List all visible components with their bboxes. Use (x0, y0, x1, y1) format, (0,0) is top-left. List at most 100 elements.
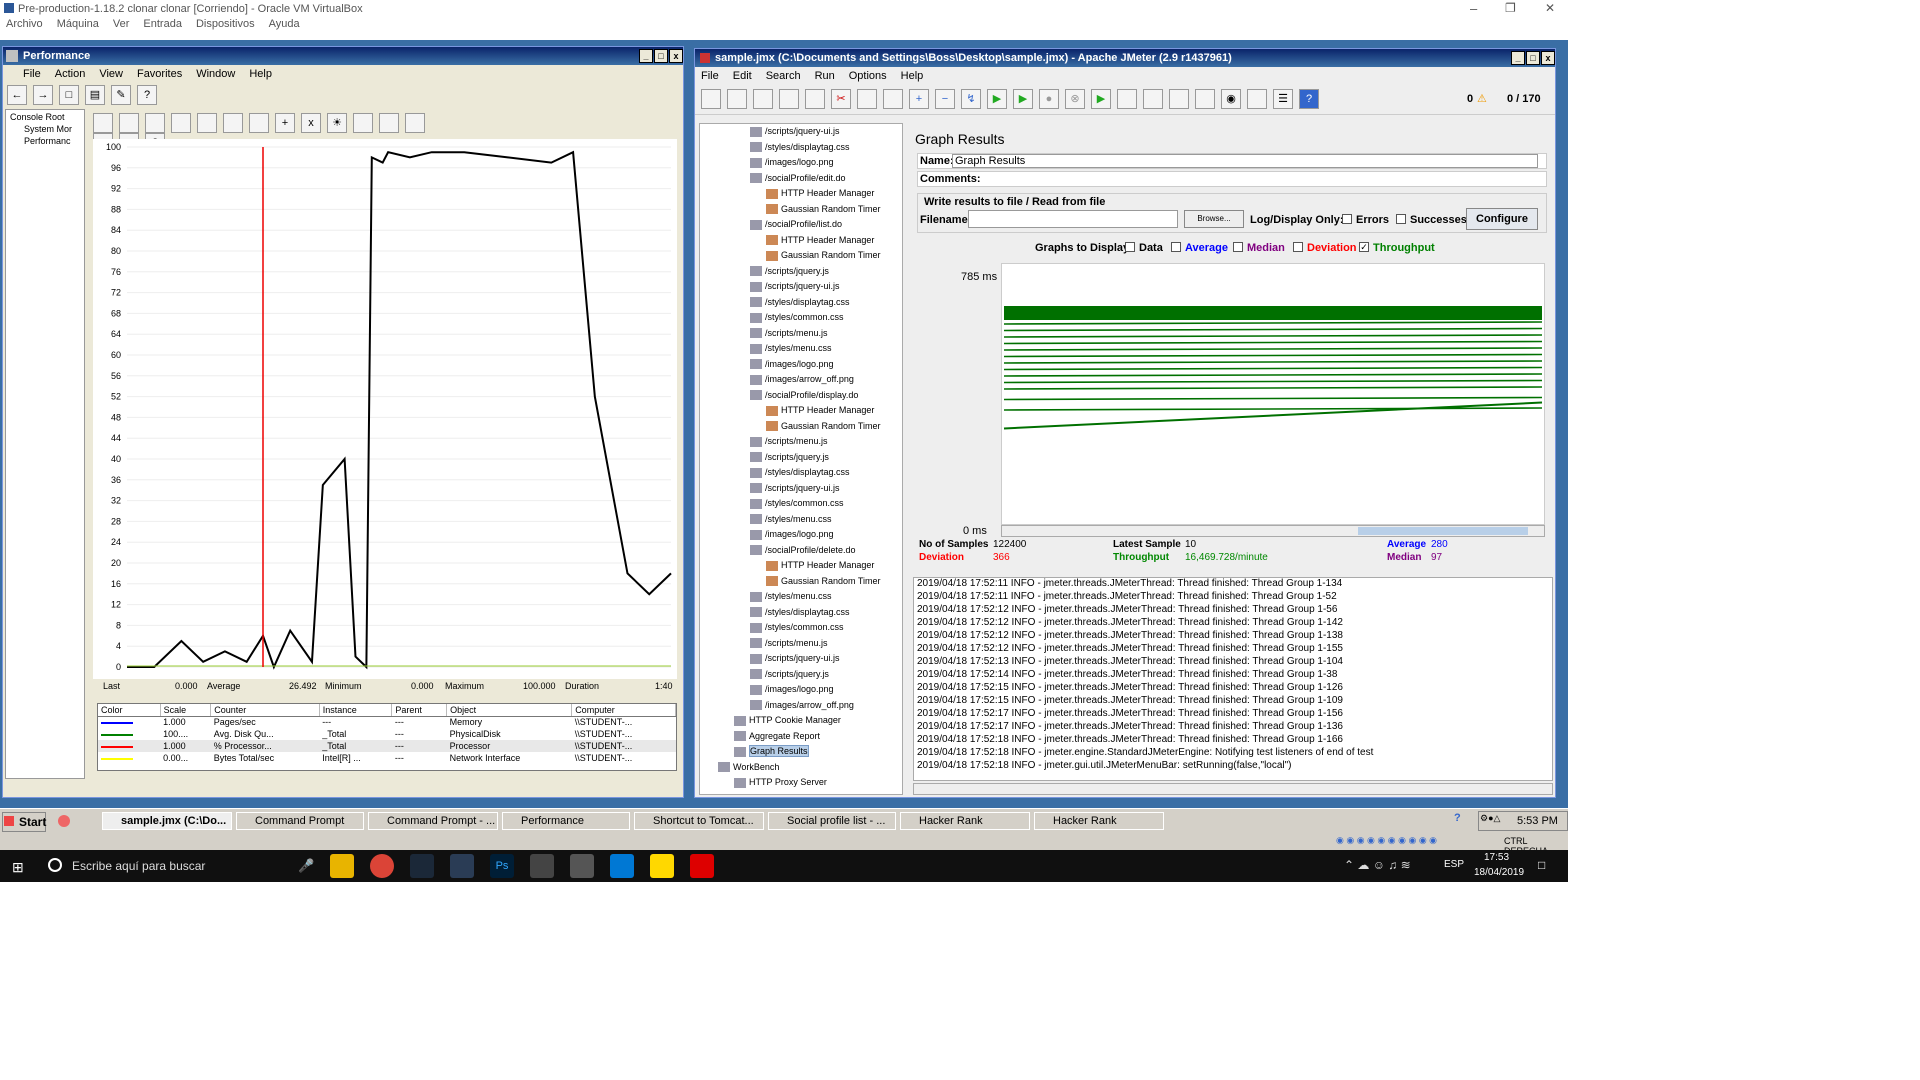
close-icon[interactable]: ✕ (1545, 1, 1555, 15)
task-command-prompt-2[interactable]: Command Prompt - ... (368, 812, 498, 830)
tree-item[interactable]: /scripts/jquery-ui.js (750, 126, 840, 141)
tree-item[interactable]: HTTP Header Manager (766, 405, 874, 420)
tree-item[interactable]: /images/logo.png (750, 157, 834, 172)
remote-stop-icon[interactable] (1117, 89, 1137, 109)
windows-start-icon[interactable]: ⊞ (12, 859, 24, 876)
collapse-icon[interactable]: − (935, 89, 955, 109)
menu-search[interactable]: Search (766, 67, 801, 85)
tree-item[interactable]: /socialProfile/delete.do (750, 545, 856, 560)
app-icon[interactable] (530, 854, 554, 878)
configure-button[interactable]: Configure (1466, 208, 1538, 230)
start-icon[interactable]: ▶ (987, 89, 1007, 109)
tree-item[interactable]: /styles/common.css (750, 622, 844, 637)
vbox-menu-dispositivos[interactable]: Dispositivos (196, 18, 255, 30)
tree-item[interactable]: /styles/displaytag.css (750, 142, 850, 157)
legend-header-object[interactable]: Object (446, 704, 573, 717)
tree-item[interactable]: /styles/common.css (750, 498, 844, 513)
tree-item[interactable]: /socialProfile/display.do (750, 390, 858, 405)
remote-start-icon[interactable]: ▶ (1091, 89, 1111, 109)
log-horizontal-scrollbar[interactable] (913, 783, 1553, 795)
stop-icon[interactable]: ● (1039, 89, 1059, 109)
log-viewer[interactable]: 2019/04/18 17:52:11 INFO - jmeter.thread… (913, 577, 1553, 781)
legend-row[interactable]: 100.... Avg. Disk Qu... _Total --- PhysicalD… (98, 728, 676, 740)
tree-item[interactable]: /images/logo.png (750, 684, 834, 699)
vbox-menu-ver[interactable]: Ver (113, 18, 130, 30)
show-tree-icon[interactable]: ▤ (85, 85, 105, 105)
forward-icon[interactable]: → (33, 85, 53, 105)
view-histogram-icon[interactable] (223, 113, 243, 133)
microphone-icon[interactable]: 🎤 (298, 858, 314, 874)
tree-item-selected[interactable]: Graph Results (734, 745, 809, 761)
new-icon[interactable] (701, 89, 721, 109)
tree-item[interactable]: Gaussian Random Timer (766, 204, 881, 219)
tree-item[interactable]: /styles/menu.css (750, 591, 832, 606)
reset-search-icon[interactable] (1247, 89, 1267, 109)
tree-item[interactable]: /images/logo.png (750, 359, 834, 374)
properties-icon[interactable] (405, 113, 425, 133)
task-jmeter[interactable]: sample.jmx (C:\Do... (102, 812, 232, 830)
tree-item[interactable]: /images/logo.png (750, 529, 834, 544)
taskbar-search[interactable]: Escribe aquí para buscar (72, 859, 205, 873)
tree-console-root[interactable]: Console Root (6, 110, 84, 124)
tree-item[interactable]: /scripts/jquery.js (750, 266, 829, 281)
legend-header-scale[interactable]: Scale (160, 704, 212, 717)
tree-item[interactable]: Gaussian Random Timer (766, 250, 881, 265)
maximize-button[interactable]: □ (1526, 51, 1540, 65)
minimize-icon[interactable]: – (1470, 1, 1477, 16)
back-icon[interactable]: ← (7, 85, 27, 105)
task-performance[interactable]: Performance (502, 812, 630, 830)
copy-icon[interactable] (857, 89, 877, 109)
search-icon[interactable]: ◉ (1221, 89, 1241, 109)
chrome-icon[interactable] (370, 854, 394, 878)
menu-window[interactable]: Window (196, 65, 235, 83)
tree-item[interactable]: /socialProfile/edit.do (750, 173, 846, 188)
menu-help[interactable]: Help (901, 67, 924, 85)
close-button[interactable]: x (669, 49, 683, 63)
tree-item[interactable]: /scripts/jquery-ui.js (750, 281, 840, 296)
sticky-notes-icon[interactable] (650, 854, 674, 878)
tree-item[interactable]: Gaussian Random Timer (766, 421, 881, 436)
errors-checkbox[interactable] (1342, 214, 1352, 224)
clear-display-icon[interactable] (119, 113, 139, 133)
vscode-icon[interactable] (610, 854, 634, 878)
save-icon[interactable] (779, 89, 799, 109)
tree-item[interactable]: HTTP Header Manager (766, 188, 874, 203)
task-hacker-rank-2[interactable]: Hacker Rank (1034, 812, 1164, 830)
view-graph-icon[interactable] (197, 113, 217, 133)
menu-help[interactable]: Help (249, 65, 272, 83)
tree-item[interactable]: /styles/common.css (750, 312, 844, 327)
minimize-button[interactable]: _ (1511, 51, 1525, 65)
view-current-activity-icon[interactable] (145, 113, 165, 133)
filename-input[interactable] (968, 210, 1178, 228)
tree-item[interactable]: /socialProfile/list.do (750, 219, 842, 234)
deviation-checkbox[interactable] (1293, 242, 1303, 252)
view-log-data-icon[interactable] (171, 113, 191, 133)
tree-item[interactable]: WorkBench (718, 762, 779, 777)
notifications-icon[interactable]: □ (1538, 858, 1545, 872)
tree-item[interactable]: /scripts/menu.js (750, 436, 828, 451)
help-icon[interactable]: ? (1299, 89, 1319, 109)
settings-app-icon[interactable] (450, 854, 474, 878)
legend-header-computer[interactable]: Computer (571, 704, 676, 717)
scrollbar-thumb[interactable] (1358, 527, 1528, 535)
tree-item[interactable]: Aggregate Report (734, 731, 820, 746)
vbox-menu-entrada[interactable]: Entrada (143, 18, 182, 30)
copy-properties-icon[interactable] (353, 113, 373, 133)
restore-icon[interactable]: ❐ (1505, 1, 1516, 15)
legend-row[interactable]: 1.000 % Processor... _Total --- Processor \\S… (98, 740, 676, 752)
tree-item[interactable]: /styles/displaytag.css (750, 607, 850, 622)
tree-item[interactable]: HTTP Header Manager (766, 235, 874, 250)
task-command-prompt-1[interactable]: Command Prompt (236, 812, 364, 830)
firefox-icon[interactable] (58, 815, 70, 827)
tree-item[interactable]: HTTP Header Manager (766, 560, 874, 575)
help-tray-icon[interactable]: ? (1454, 812, 1466, 826)
open-icon[interactable] (753, 89, 773, 109)
legend-row[interactable]: 1.000 Pages/sec --- --- Memory \\STUDENT-... (98, 716, 676, 728)
name-field[interactable]: Graph Results (952, 154, 1538, 168)
data-checkbox[interactable] (1125, 242, 1135, 252)
menu-favorites[interactable]: Favorites (137, 65, 182, 83)
properties-icon[interactable]: ✎ (111, 85, 131, 105)
system-tray-icons[interactable]: ⌃ ☁ ☺ ♫ ≋ (1344, 858, 1411, 872)
remote-shutdown-icon[interactable] (1143, 89, 1163, 109)
throughput-checkbox[interactable]: ✓ (1359, 242, 1369, 252)
